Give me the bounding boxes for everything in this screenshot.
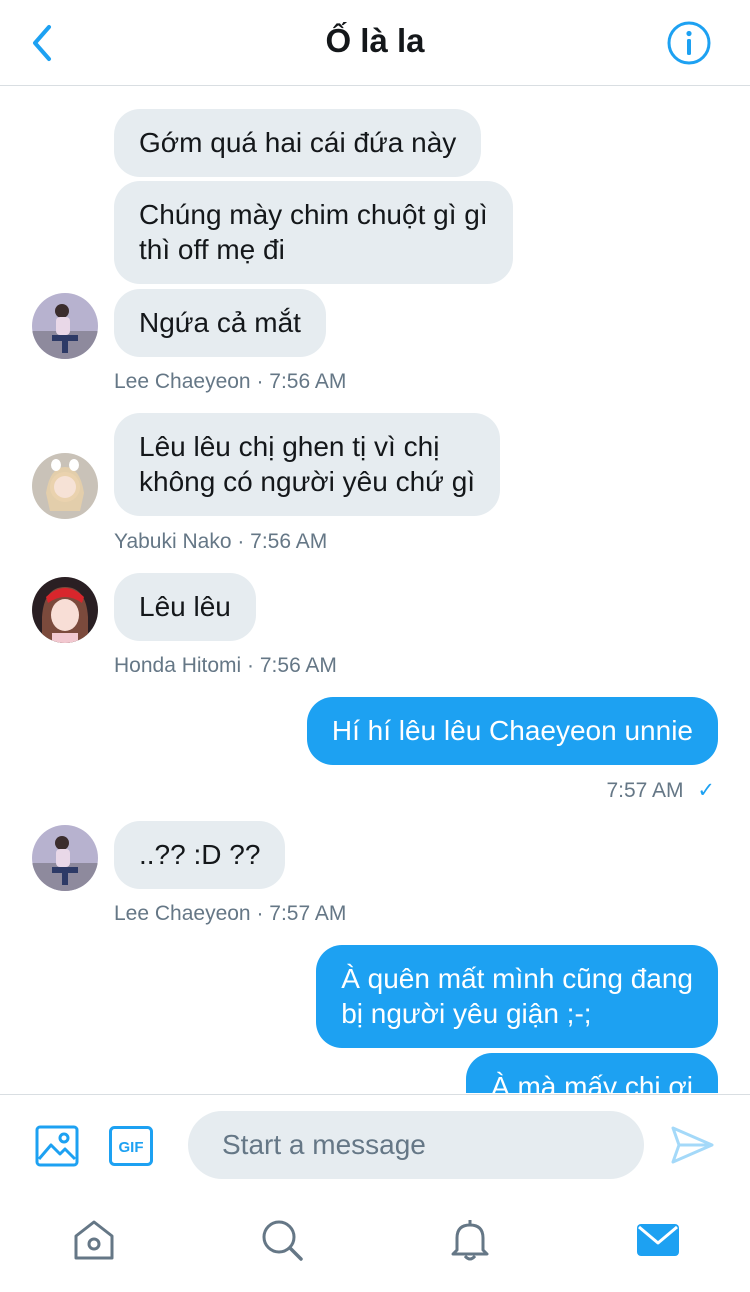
avatar-yabuki-nako[interactable] (32, 453, 98, 519)
message-composer: GIF (0, 1094, 750, 1196)
message-meta: Lee Chaeyeon · 7:56 AM (114, 370, 347, 393)
message-input[interactable] (188, 1111, 644, 1179)
message-bubble[interactable]: Lêu lêu chị ghen tị vì chị không có ngườ… (114, 413, 501, 516)
message-bubble-sent[interactable]: À mà mấy chị ơi (466, 1053, 718, 1093)
message-list[interactable]: Gớm quá hai cái đứa này Chúng mày chim c… (0, 87, 750, 1093)
bottom-tab-bar (0, 1196, 750, 1292)
sent-message-meta: 7:57 AM ✓ (606, 778, 715, 803)
conversation-header: Ố là la (0, 0, 750, 86)
search-icon (262, 1220, 303, 1261)
messages-icon (637, 1224, 679, 1256)
send-icon (671, 1126, 714, 1164)
info-button[interactable] (666, 20, 712, 66)
message-bubble[interactable]: ..?? :D ?? (114, 821, 286, 889)
avatar-honda-hitomi[interactable] (32, 577, 98, 643)
message-bubble[interactable]: Lêu lêu (114, 573, 256, 641)
gif-icon: GIF (109, 1126, 153, 1166)
tab-search[interactable] (258, 1216, 306, 1264)
message-bubble[interactable]: Chúng mày chim chuột gì gì thì off mẹ đi (114, 181, 513, 284)
message-meta: Lee Chaeyeon · 7:57 AM (114, 902, 347, 925)
gif-label: GIF (119, 1139, 144, 1156)
message-bubble[interactable]: Gớm quá hai cái đứa này (114, 109, 482, 177)
read-check-icon: ✓ (697, 779, 715, 802)
tab-notifications[interactable] (446, 1216, 494, 1264)
image-icon (35, 1125, 79, 1167)
dm-screen: Ố là la Gớm quá hai cái đứa này Chúng mà… (0, 0, 750, 1292)
message-meta: Yabuki Nako · 7:56 AM (114, 530, 328, 553)
send-button[interactable] (668, 1121, 716, 1169)
home-icon (74, 1220, 114, 1260)
notifications-icon (451, 1220, 489, 1261)
message-bubble[interactable]: Ngứa cả mắt (114, 289, 326, 357)
info-icon (667, 21, 711, 65)
message-meta: Honda Hitomi · 7:56 AM (114, 654, 337, 677)
avatar-lee-chaeyeon[interactable] (32, 293, 98, 359)
tab-messages[interactable] (634, 1216, 682, 1264)
add-gif-button[interactable]: GIF (108, 1123, 154, 1169)
conversation-title: Ố là la (325, 22, 425, 59)
message-bubble-sent[interactable]: Hí hí lêu lêu Chaeyeon unnie (306, 697, 718, 765)
avatar-lee-chaeyeon[interactable] (32, 825, 98, 891)
add-photo-button[interactable] (34, 1123, 80, 1169)
tab-home[interactable] (70, 1216, 118, 1264)
message-time: 7:57 AM (606, 779, 684, 802)
message-bubble-sent[interactable]: À quên mất mình cũng đang bị người yêu g… (316, 945, 718, 1048)
